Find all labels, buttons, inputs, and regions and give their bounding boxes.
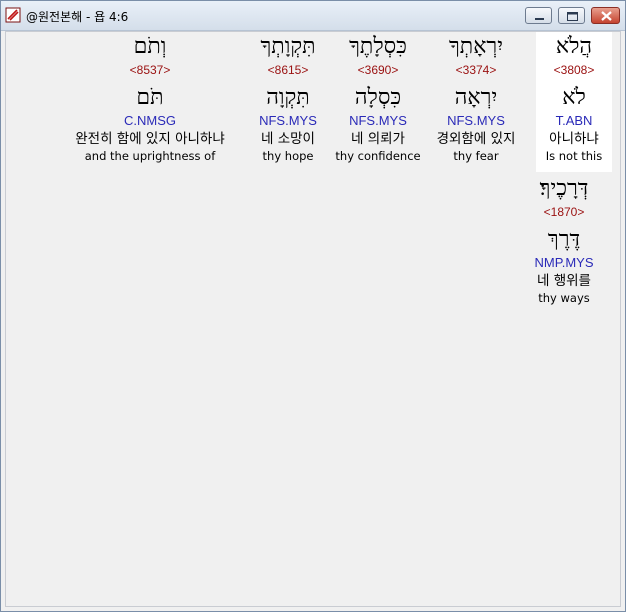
- close-button[interactable]: [591, 7, 620, 24]
- morphology-code[interactable]: T.ABN: [536, 113, 612, 129]
- korean-gloss: 완전히 함에 있지 아니하냐: [75, 131, 225, 147]
- hebrew-root: תֹּם: [136, 85, 164, 110]
- strongs-number[interactable]: <8615>: [238, 62, 338, 79]
- hebrew-word[interactable]: תִּקְוָתְךָ: [238, 32, 338, 62]
- word-column-2[interactable]: יִרְאָתְךָ <3374> יִרְאָה NFS.MYS 경외함에 있…: [426, 32, 526, 164]
- strongs-number[interactable]: <3690>: [328, 62, 428, 79]
- english-gloss: thy ways: [538, 291, 590, 305]
- hebrew-root: יִרְאָה: [454, 85, 498, 110]
- maximize-icon: [567, 12, 578, 21]
- morphology-code[interactable]: NFS.MYS: [328, 113, 428, 129]
- korean-gloss: 네 의뢰가: [351, 131, 405, 147]
- korean-gloss: 경외함에 있지: [436, 131, 516, 147]
- title-bar[interactable]: @원전본해 - 욥 4:6: [1, 1, 625, 31]
- maximize-button[interactable]: [558, 7, 585, 24]
- strongs-number[interactable]: <3808>: [536, 62, 612, 79]
- english-gloss: and the uprightness of: [84, 149, 216, 163]
- morphology-code[interactable]: C.NMSG: [58, 113, 242, 129]
- window-title: @원전본해 - 욥 4:6: [26, 10, 129, 24]
- english-gloss: thy hope: [262, 149, 314, 163]
- korean-gloss: 네 소망이: [261, 131, 315, 147]
- hebrew-root: כִּסְלָה: [354, 85, 402, 110]
- hebrew-root: תִּקְוָה: [266, 85, 310, 110]
- word-column-5[interactable]: וְתֹם <8537> תֹּם C.NMSG 완전히 함에 있지 아니하냐 …: [58, 32, 242, 164]
- morphology-code[interactable]: NFS.MYS: [426, 113, 526, 129]
- strongs-number[interactable]: <1870>: [514, 204, 614, 221]
- hebrew-word[interactable]: הֲלֹא: [536, 32, 612, 62]
- minimize-button[interactable]: [525, 7, 552, 24]
- close-icon: [601, 11, 612, 21]
- strongs-number[interactable]: <3374>: [426, 62, 526, 79]
- word-column-3[interactable]: כִּסְלָתֶךָ <3690> כִּסְלָה NFS.MYS 네 의뢰…: [328, 32, 428, 164]
- english-gloss: thy confidence: [335, 149, 421, 163]
- minimize-icon: [535, 18, 544, 20]
- korean-gloss: 아니하냐: [549, 131, 599, 147]
- morphology-code[interactable]: NFS.MYS: [238, 113, 338, 129]
- word-column-4[interactable]: תִּקְוָתְךָ <8615> תִּקְוָה NFS.MYS 네 소망…: [238, 32, 338, 164]
- strongs-number[interactable]: <8537>: [58, 62, 242, 79]
- interlinear-panel: הֲלֹא <3808> לֹא T.ABN 아니하냐 Is not this …: [5, 31, 621, 607]
- hebrew-word[interactable]: יִרְאָתְךָ: [426, 32, 526, 62]
- app-window: @원전본해 - 욥 4:6 הֲלֹא <3808> לֹא T.ABN 아니하…: [0, 0, 626, 612]
- morphology-code[interactable]: NMP.MYS: [514, 255, 614, 271]
- hebrew-word[interactable]: וְתֹם: [58, 32, 242, 62]
- hebrew-word[interactable]: דְּרָכֶיךָ׃: [514, 174, 614, 204]
- hebrew-root: לֹא: [562, 85, 586, 110]
- hebrew-word[interactable]: כִּסְלָתֶךָ: [328, 32, 428, 62]
- english-gloss: Is not this: [545, 149, 603, 163]
- app-icon[interactable]: [5, 7, 21, 23]
- word-column-1[interactable]: הֲלֹא <3808> לֹא T.ABN 아니하냐 Is not this: [536, 32, 612, 172]
- hebrew-root: דֶּרֶךְ: [547, 227, 581, 252]
- english-gloss: thy fear: [453, 149, 499, 163]
- word-column-6[interactable]: דְּרָכֶיךָ׃ <1870> דֶּרֶךְ NMP.MYS 네 행위를…: [514, 174, 614, 306]
- korean-gloss: 네 행위를: [537, 273, 591, 289]
